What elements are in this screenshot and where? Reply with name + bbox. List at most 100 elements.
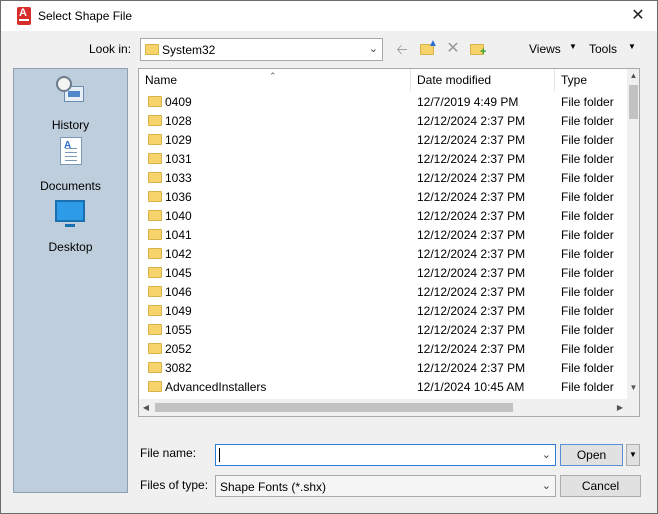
type-cell: File folder <box>561 133 614 147</box>
delete-button[interactable]: ✕ <box>445 40 461 58</box>
type-cell: File folder <box>561 361 614 375</box>
date-modified-cell: 12/12/2024 2:37 PM <box>417 266 526 280</box>
files-of-type-dropdown[interactable]: Shape Fonts (*.shx) ⌄ <box>215 475 556 497</box>
files-of-type-label: Files of type: <box>140 478 209 492</box>
scrollbar-corner <box>627 399 639 416</box>
file-name-input[interactable] <box>219 447 529 463</box>
table-row[interactable]: 1046 12/12/2024 2:37 PM File folder <box>139 282 627 301</box>
table-row[interactable]: 1029 12/12/2024 2:37 PM File folder <box>139 130 627 149</box>
table-row[interactable]: 1042 12/12/2024 2:37 PM File folder <box>139 244 627 263</box>
table-row[interactable]: 1031 12/12/2024 2:37 PM File folder <box>139 149 627 168</box>
file-name-cell: 1028 <box>165 114 192 128</box>
date-modified-cell: 12/12/2024 2:37 PM <box>417 228 526 242</box>
column-header-name[interactable]: ⌃ Name <box>139 69 411 91</box>
close-button[interactable]: ✕ <box>619 1 657 31</box>
file-name-cell: 1031 <box>165 152 192 166</box>
places-item-label: Desktop <box>48 240 93 254</box>
scroll-right-arrow-icon[interactable]: ▶ <box>613 399 627 416</box>
file-name-cell: 1042 <box>165 247 192 261</box>
file-name-cell: 3082 <box>165 361 192 375</box>
chevron-down-icon[interactable]: ⌄ <box>542 448 551 461</box>
folder-icon <box>148 153 162 164</box>
documents-icon: A <box>60 137 82 165</box>
sort-ascending-icon: ⌃ <box>269 71 277 81</box>
chevron-down-icon: ⌄ <box>368 43 378 55</box>
table-row[interactable]: 1055 12/12/2024 2:37 PM File folder <box>139 320 627 339</box>
folder-icon <box>148 381 162 392</box>
type-cell: File folder <box>561 380 614 394</box>
look-in-value: System32 <box>162 43 216 57</box>
horizontal-scroll-thumb[interactable] <box>155 403 513 412</box>
places-item-documents[interactable]: A Documents <box>14 135 127 195</box>
folder-icon <box>145 44 159 55</box>
table-row[interactable]: 1045 12/12/2024 2:37 PM File folder <box>139 263 627 282</box>
title-bar: A Select Shape File ✕ <box>1 1 657 31</box>
folder-icon <box>148 362 162 373</box>
table-row[interactable]: 1049 12/12/2024 2:37 PM File folder <box>139 301 627 320</box>
table-row[interactable]: 1036 12/12/2024 2:37 PM File folder <box>139 187 627 206</box>
table-row[interactable]: 3082 12/12/2024 2:37 PM File folder <box>139 358 627 377</box>
folder-icon <box>148 286 162 297</box>
file-list[interactable]: ⌃ Name Date modified Type 0409 12/7/2019 … <box>138 68 640 417</box>
type-cell: File folder <box>561 247 614 261</box>
date-modified-cell: 12/12/2024 2:37 PM <box>417 247 526 261</box>
table-row[interactable]: 2052 12/12/2024 2:37 PM File folder <box>139 339 627 358</box>
table-row[interactable]: 1028 12/12/2024 2:37 PM File folder <box>139 111 627 130</box>
tools-menu[interactable]: Tools <box>589 42 617 56</box>
table-row[interactable]: 0409 12/7/2019 4:49 PM File folder <box>139 92 627 111</box>
table-row[interactable]: 1033 12/12/2024 2:37 PM File folder <box>139 168 627 187</box>
back-button[interactable]: 🡠 <box>393 40 411 58</box>
file-name-cell: 1049 <box>165 304 192 318</box>
column-header-type[interactable]: Type <box>555 69 627 91</box>
date-modified-cell: 12/12/2024 2:37 PM <box>417 152 526 166</box>
table-row[interactable]: 1040 12/12/2024 2:37 PM File folder <box>139 206 627 225</box>
vertical-scroll-thumb[interactable] <box>629 85 638 119</box>
type-cell: File folder <box>561 209 614 223</box>
table-row[interactable]: 1041 12/12/2024 2:37 PM File folder <box>139 225 627 244</box>
views-menu[interactable]: Views <box>529 42 561 56</box>
date-modified-cell: 12/12/2024 2:37 PM <box>417 323 526 337</box>
folder-icon <box>148 191 162 202</box>
folder-icon <box>148 324 162 335</box>
open-button[interactable]: Open <box>560 444 623 466</box>
tools-dropdown-arrow-icon[interactable]: ▼ <box>628 42 636 51</box>
scroll-down-arrow-icon[interactable]: ▼ <box>627 381 639 395</box>
cancel-button[interactable]: Cancel <box>560 475 641 497</box>
look-in-dropdown[interactable]: System32 ⌄ <box>140 38 383 61</box>
vertical-scrollbar[interactable]: ▲ ▼ <box>627 69 639 399</box>
places-item-desktop[interactable]: Desktop <box>14 196 127 256</box>
horizontal-scrollbar[interactable]: ◀ ▶ <box>139 399 627 416</box>
places-item-label: Documents <box>40 179 101 193</box>
files-of-type-value: Shape Fonts (*.shx) <box>220 480 327 494</box>
table-row[interactable]: AdvancedInstallers 12/1/2024 10:45 AM File… <box>139 377 627 396</box>
column-header-date-modified[interactable]: Date modified <box>411 69 555 91</box>
scroll-up-arrow-icon[interactable]: ▲ <box>627 69 639 83</box>
folder-icon <box>148 172 162 183</box>
file-name-cell: 1040 <box>165 209 192 223</box>
up-one-level-button[interactable]: ▲ <box>419 38 438 58</box>
views-dropdown-arrow-icon[interactable]: ▼ <box>569 42 577 51</box>
folder-icon <box>148 210 162 221</box>
desktop-icon <box>55 200 85 227</box>
date-modified-cell: 12/1/2024 10:45 AM <box>417 380 525 394</box>
open-options-dropdown-button[interactable]: ▼ <box>626 444 640 466</box>
date-modified-cell: 12/12/2024 2:37 PM <box>417 342 526 356</box>
folder-icon <box>148 267 162 278</box>
file-name-cell: 1045 <box>165 266 192 280</box>
delete-x-icon: ✕ <box>446 40 460 57</box>
history-icon <box>56 76 84 108</box>
places-item-history[interactable]: History <box>14 74 127 134</box>
file-name-cell: 1046 <box>165 285 192 299</box>
select-shape-file-dialog: A Select Shape File ✕ Look in: System32 … <box>0 0 658 514</box>
scroll-left-arrow-icon[interactable]: ◀ <box>139 399 153 416</box>
text-caret <box>219 448 220 462</box>
file-name-combobox[interactable]: ⌄ <box>215 444 556 466</box>
date-modified-cell: 12/12/2024 2:37 PM <box>417 114 526 128</box>
file-name-cell: 1029 <box>165 133 192 147</box>
folder-icon <box>148 134 162 145</box>
date-modified-cell: 12/12/2024 2:37 PM <box>417 209 526 223</box>
folder-icon <box>148 96 162 107</box>
create-new-folder-button[interactable]: + <box>469 40 487 58</box>
folder-icon <box>148 115 162 126</box>
file-name-cell: AdvancedInstallers <box>165 380 267 394</box>
